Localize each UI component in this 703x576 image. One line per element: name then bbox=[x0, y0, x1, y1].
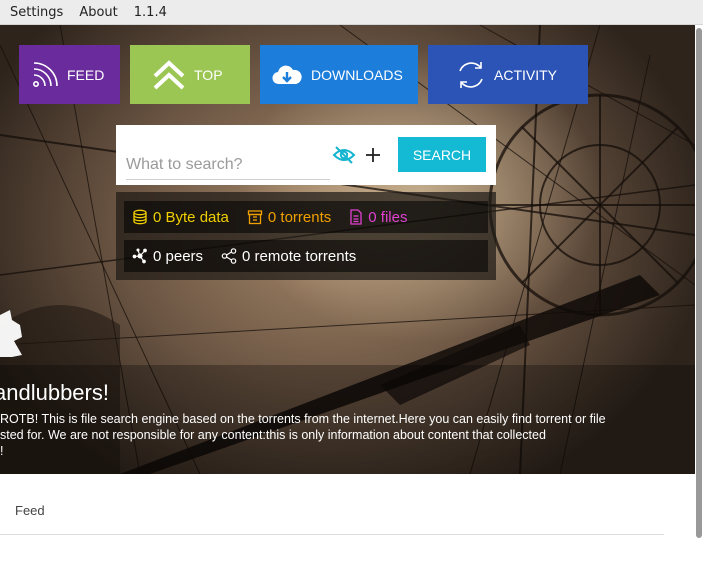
downloads-button[interactable]: DOWNLOADS bbox=[260, 45, 418, 104]
stat-remote: 0 remote torrents bbox=[221, 248, 356, 265]
cloud-download-icon bbox=[272, 63, 302, 87]
network-icon bbox=[132, 248, 147, 264]
stat-torrents: 0 torrents bbox=[247, 209, 331, 226]
search-input[interactable] bbox=[126, 147, 330, 180]
stats-row-network: 0 peers 0 remote torrents bbox=[124, 240, 488, 272]
search-panel: SEARCH bbox=[116, 125, 496, 185]
top-button[interactable]: TOP bbox=[130, 45, 250, 104]
welcome-line-1: ROTB! This is file search engine based o… bbox=[0, 412, 606, 426]
welcome-line-3: ! bbox=[0, 444, 4, 458]
menu-about[interactable]: About bbox=[79, 5, 117, 20]
eye-off-icon[interactable] bbox=[332, 145, 356, 169]
version-label: 1.1.4 bbox=[133, 4, 167, 20]
file-icon bbox=[350, 209, 362, 225]
stat-data: 0 Byte data bbox=[132, 209, 229, 226]
menu-settings[interactable]: Settings bbox=[10, 5, 63, 20]
share-icon bbox=[221, 248, 237, 264]
search-button[interactable]: SEARCH bbox=[398, 137, 486, 172]
activity-button[interactable]: ACTIVITY bbox=[428, 45, 588, 104]
feed-label: FEED bbox=[67, 66, 105, 83]
stat-peers: 0 peers bbox=[132, 248, 203, 265]
stat-peers-value: 0 peers bbox=[153, 247, 204, 265]
welcome-line-2: sted for. We are not responsible for any… bbox=[0, 428, 546, 442]
top-label: TOP bbox=[194, 66, 223, 83]
stat-data-value: 0 Byte data bbox=[153, 208, 229, 226]
welcome-title: andlubbers! bbox=[0, 380, 109, 405]
stat-remote-value: 0 remote torrents bbox=[242, 247, 357, 265]
feed-divider bbox=[0, 534, 664, 535]
refresh-icon bbox=[455, 59, 487, 91]
welcome-description: ROTB! This is file search engine based o… bbox=[0, 411, 606, 459]
stat-files: 0 files bbox=[349, 209, 407, 226]
downloads-label: DOWNLOADS bbox=[311, 66, 403, 83]
menu-bar: Settings About 1.1.4 bbox=[0, 0, 703, 25]
archive-icon bbox=[247, 210, 263, 225]
plus-icon[interactable] bbox=[363, 145, 383, 169]
feed-button[interactable]: FEED bbox=[19, 45, 120, 104]
stat-torrents-value: 0 torrents bbox=[267, 208, 332, 226]
activity-label: ACTIVITY bbox=[494, 66, 558, 83]
stats-row-content: 0 Byte data 0 torrents 0 files bbox=[124, 201, 488, 233]
feed-section-title: Feed bbox=[15, 503, 45, 518]
double-chevron-up-icon bbox=[152, 58, 186, 92]
stat-files-value: 0 files bbox=[368, 208, 408, 226]
stats-panel: 0 Byte data 0 torrents 0 files 0 peers 0… bbox=[116, 192, 496, 280]
scrollbar-thumb[interactable] bbox=[696, 28, 702, 538]
database-icon bbox=[133, 209, 147, 225]
rss-icon bbox=[31, 61, 59, 89]
